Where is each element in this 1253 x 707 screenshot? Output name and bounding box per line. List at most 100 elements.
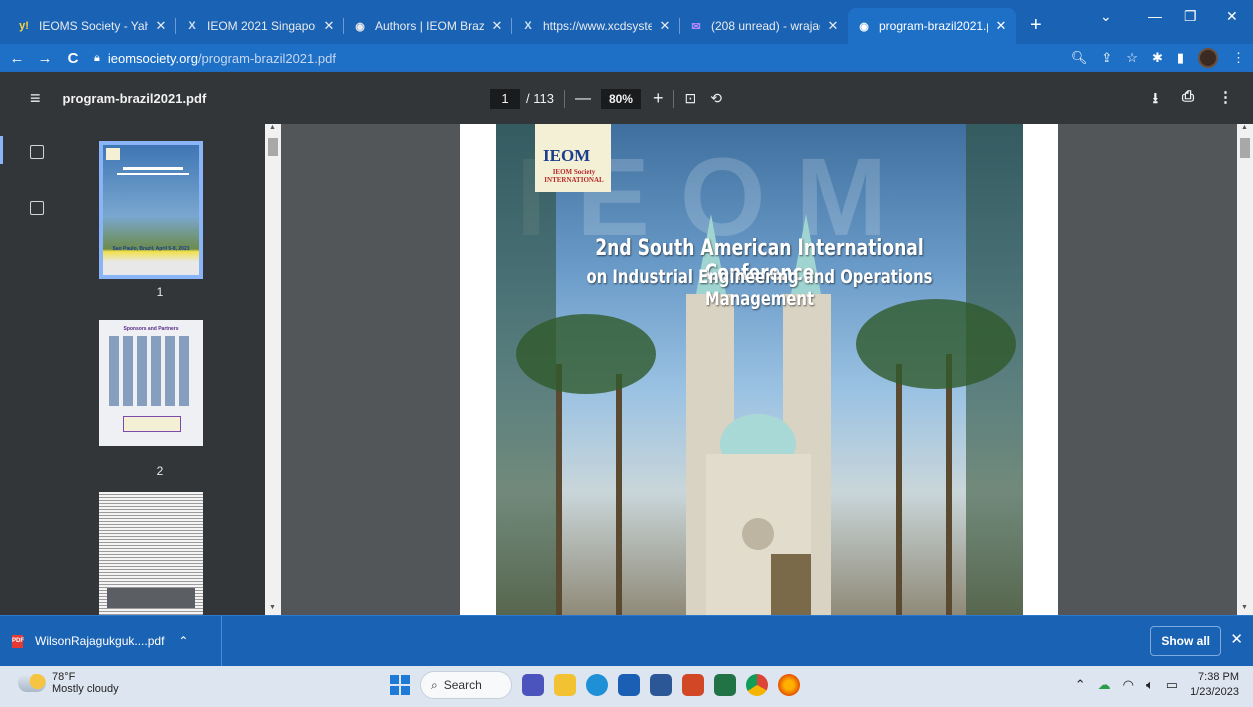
fit-page-icon[interactable]: ⊡: [684, 90, 696, 107]
thumbnail-page-2[interactable]: Sponsors and Partners: [99, 320, 203, 446]
print-icon[interactable]: ⎙: [1182, 88, 1194, 113]
tab-yahoo-unread[interactable]: ✉ (208 unread) - wrajagu ✕: [680, 8, 848, 44]
close-icon[interactable]: ✕: [826, 18, 840, 34]
weather-tray-icon[interactable]: ☁: [1098, 677, 1111, 693]
zoom-in-icon[interactable]: +: [653, 88, 664, 109]
download-icon[interactable]: ⭳: [1153, 88, 1158, 113]
thumbnail-view-icon[interactable]: [30, 145, 44, 159]
tab-title: https://www.xcdsystem: [543, 19, 652, 33]
share-icon[interactable]: ⇪: [1101, 50, 1112, 66]
thumbnail-page-3[interactable]: [99, 492, 203, 615]
tab-search-icon[interactable]: ⌄: [1100, 8, 1112, 25]
close-icon[interactable]: ✕: [1230, 630, 1243, 648]
side-panel-icon[interactable]: ▮: [1177, 50, 1184, 66]
restore-icon[interactable]: ❐: [1184, 8, 1197, 25]
clock[interactable]: 7:38 PM 1/23/2023: [1190, 670, 1239, 700]
file-explorer-icon[interactable]: [554, 674, 576, 696]
window-close-icon[interactable]: ✕: [1226, 8, 1238, 25]
weather-widget[interactable]: 78°F Mostly cloudy: [18, 671, 119, 695]
time: 7:38 PM: [1198, 671, 1239, 683]
date: 1/23/2023: [1190, 686, 1239, 698]
close-icon[interactable]: ✕: [154, 18, 168, 34]
tab-yahoo[interactable]: y! IEOMS Society - Yahoo ✕: [8, 8, 176, 44]
page-total: / 113: [526, 91, 554, 106]
download-item[interactable]: PDF WilsonRajagukguk....pdf ⌃: [0, 615, 222, 667]
tab-authors[interactable]: ◉ Authors | IEOM Brazil ✕: [344, 8, 512, 44]
pdf-file-icon: PDF: [12, 634, 24, 648]
scroll-down-icon[interactable]: ▼: [1241, 604, 1248, 611]
edge-icon[interactable]: [586, 674, 608, 696]
cover-image: IEOM IEOM IEOM Society INTERNATIONAL 2nd…: [496, 124, 1023, 615]
wifi-icon[interactable]: ◠: [1123, 677, 1134, 693]
download-bar: PDF WilsonRajagukguk....pdf ⌃ Show all ✕: [0, 615, 1253, 667]
cathedral-illustration: [496, 124, 1023, 615]
back-icon[interactable]: ←: [6, 50, 28, 67]
temperature: 78°F: [52, 671, 76, 683]
scroll-up-icon[interactable]: ▲: [1241, 124, 1248, 131]
chevron-up-icon[interactable]: ⌃: [178, 634, 188, 648]
thumbnail-panel: Sao Paulo, Brazil, April 5-8, 2021 1 Spo…: [55, 124, 265, 615]
zoom-out-icon[interactable]: —: [575, 90, 591, 108]
minimize-icon[interactable]: —: [1148, 8, 1162, 24]
chrome-menu-icon[interactable]: ⋮: [1232, 50, 1245, 66]
cloud-icon: [18, 674, 46, 692]
volume-icon[interactable]: 🔈︎: [1146, 677, 1154, 693]
scroll-up-icon[interactable]: ▲: [269, 124, 276, 131]
windows-start-icon[interactable]: [390, 675, 410, 695]
thumbnail-caption: Sao Paulo, Brazil, April 5-8, 2021: [112, 246, 190, 252]
taskbar-search[interactable]: ⌕ Search: [420, 671, 512, 699]
ieom-logo: IEOM IEOM Society INTERNATIONAL: [535, 124, 611, 192]
globe-icon: ◉: [355, 20, 365, 33]
reload-icon[interactable]: C: [62, 50, 84, 67]
logo-subtext: IEOM Society INTERNATIONAL: [544, 168, 604, 184]
pdf-viewer: Sao Paulo, Brazil, April 5-8, 2021 1 Spo…: [0, 124, 1253, 615]
tab-program-pdf[interactable]: ◉ program-brazil2021.pd ✕: [848, 8, 1016, 44]
tab-title: program-brazil2021.pd: [879, 19, 988, 33]
page-number-input[interactable]: 1: [490, 88, 520, 109]
thumbnail-page-1[interactable]: Sao Paulo, Brazil, April 5-8, 2021: [99, 141, 203, 279]
menu-icon[interactable]: ≡: [30, 88, 41, 109]
page-scrollbar[interactable]: ▲ ▼: [1237, 124, 1253, 615]
more-options-icon[interactable]: ⋮: [1218, 88, 1233, 113]
tab-title: IEOMS Society - Yahoo: [39, 19, 148, 33]
outline-view-icon[interactable]: [30, 201, 44, 215]
tab-xcdsystem[interactable]: X https://www.xcdsystem ✕: [512, 8, 680, 44]
word-icon[interactable]: [650, 674, 672, 696]
close-icon[interactable]: ✕: [322, 18, 336, 34]
chrome-icon[interactable]: [746, 674, 768, 696]
yahoo-mail-icon: ✉: [691, 20, 701, 33]
teams-icon[interactable]: [522, 674, 544, 696]
show-all-button[interactable]: Show all: [1150, 626, 1221, 656]
download-filename: WilsonRajagukguk....pdf: [35, 634, 165, 648]
windows-taskbar: 78°F Mostly cloudy ⌕ Search ⌃ ☁ ◠ 🔈︎ ▭ 7…: [0, 666, 1253, 707]
extensions-icon[interactable]: ✱: [1152, 50, 1163, 66]
firefox-icon[interactable]: [778, 674, 800, 696]
new-tab-button[interactable]: +: [1030, 14, 1042, 37]
powerpoint-icon[interactable]: [682, 674, 704, 696]
logo-text: IEOM: [543, 146, 591, 165]
thumbnail-number: 2: [156, 464, 164, 478]
close-icon[interactable]: ✕: [490, 18, 504, 34]
ieom-logo: [106, 148, 120, 160]
excel-icon[interactable]: [714, 674, 736, 696]
scroll-down-icon[interactable]: ▼: [269, 604, 276, 611]
weather-condition: Mostly cloudy: [52, 683, 119, 695]
xcd-icon: X: [524, 20, 532, 32]
address-bar[interactable]: 🔒︎ ieomsociety.org/program-brazil2021.pd…: [94, 51, 336, 66]
active-indicator: [0, 136, 3, 164]
mail-icon[interactable]: [618, 674, 640, 696]
search-label: Search: [443, 678, 482, 692]
forward-icon[interactable]: →: [34, 50, 56, 67]
battery-icon[interactable]: ▭: [1166, 677, 1178, 693]
rotate-icon[interactable]: ⟲: [710, 90, 722, 107]
zoom-input[interactable]: 80%: [600, 88, 641, 109]
tab-ieom-singapore[interactable]: X IEOM 2021 Singapore ✕: [176, 8, 344, 44]
profile-avatar[interactable]: [1198, 48, 1218, 68]
close-icon[interactable]: ✕: [994, 18, 1008, 34]
thumbnail-scrollbar[interactable]: ▲ ▼: [265, 124, 281, 615]
chevron-up-icon[interactable]: ⌃: [1075, 677, 1086, 693]
zoom-icon[interactable]: 🔍︎: [1071, 50, 1088, 66]
close-icon[interactable]: ✕: [658, 18, 672, 34]
bookmark-star-icon[interactable]: ☆: [1126, 50, 1138, 66]
tab-title: (208 unread) - wrajagu: [711, 19, 820, 33]
